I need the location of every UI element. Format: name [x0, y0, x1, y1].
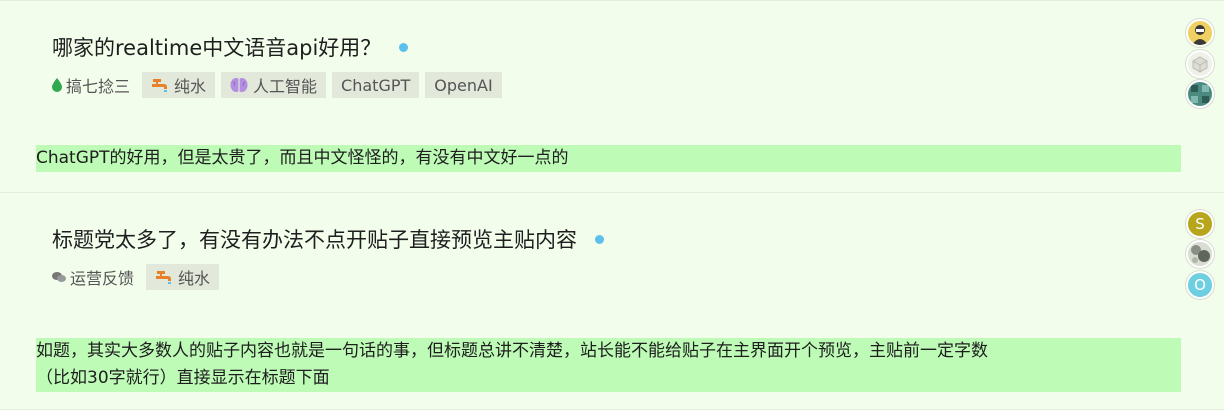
- topic-row: 哪家的realtime中文语音api好用？ 搞七捻三 纯水 人工智能 ChatG…: [0, 0, 1224, 125]
- tag-chatgpt[interactable]: ChatGPT: [332, 72, 420, 98]
- faucet-icon: [152, 79, 168, 92]
- avatar-photo-icon: [1191, 245, 1210, 263]
- avatar[interactable]: [1186, 19, 1214, 47]
- tag-label: 纯水: [178, 269, 211, 288]
- avatar[interactable]: [1186, 50, 1214, 78]
- avatar[interactable]: [1186, 240, 1214, 268]
- tag-openai[interactable]: OpenAI: [425, 72, 502, 98]
- category-label: 搞七捻三: [66, 77, 131, 96]
- unread-indicator: [595, 234, 604, 244]
- tag-label: OpenAI: [434, 75, 493, 95]
- avatar-person-icon: [1192, 25, 1208, 45]
- tag-label: 人工智能: [253, 77, 318, 96]
- category-label: 运营反馈: [70, 269, 135, 288]
- avatar-pattern-icon: [1191, 85, 1209, 103]
- topic-meta: 运营反馈 纯水: [52, 264, 220, 290]
- brain-icon: [230, 78, 248, 92]
- avatar-letter: O: [1194, 276, 1206, 294]
- avatar[interactable]: S: [1186, 210, 1214, 238]
- topic-row: 标题党太多了，有没有办法不点开贴子直接预览主贴内容 运营反馈 纯水 S O: [0, 193, 1224, 316]
- tag-label: 纯水: [174, 77, 207, 96]
- tag-chunshui[interactable]: 纯水: [146, 264, 220, 290]
- avatar-letter: S: [1195, 215, 1205, 233]
- excerpt-line: 如题，其实大多数人的贴子内容也就是一句话的事，但标题总讲不清楚，站长能不能给贴子…: [36, 341, 988, 361]
- faucet-icon: [156, 271, 172, 284]
- category-badge[interactable]: 搞七捻三: [52, 73, 130, 97]
- topic-meta: 搞七捻三 纯水 人工智能 ChatGPT OpenAI: [52, 72, 502, 98]
- avatar[interactable]: [1186, 80, 1214, 108]
- excerpt-line: （比如30字就行）直接显示在标题下面: [36, 368, 330, 388]
- topic-title-link[interactable]: 标题党太多了，有没有办法不点开贴子直接预览主贴内容: [52, 224, 577, 254]
- tag-ai[interactable]: 人工智能: [221, 72, 327, 98]
- droplet-icon: [52, 78, 62, 92]
- avatar-cube-icon: [1192, 56, 1208, 73]
- category-badge[interactable]: 运营反馈: [52, 265, 134, 289]
- tag-chunshui[interactable]: 纯水: [142, 72, 216, 98]
- topic-excerpt[interactable]: 如题，其实大多数人的贴子内容也就是一句话的事，但标题总讲不清楚，站长能不能给贴子…: [36, 338, 1181, 392]
- tag-label: ChatGPT: [341, 75, 411, 95]
- topic-excerpt[interactable]: ChatGPT的好用，但是太贵了，而且中文怪怪的，有没有中文好一点的: [36, 145, 1181, 172]
- unread-indicator: [399, 42, 409, 52]
- chat-bubbles-icon: [52, 272, 66, 282]
- avatar[interactable]: O: [1186, 271, 1214, 299]
- topic-title-link[interactable]: 哪家的realtime中文语音api好用？: [52, 32, 381, 62]
